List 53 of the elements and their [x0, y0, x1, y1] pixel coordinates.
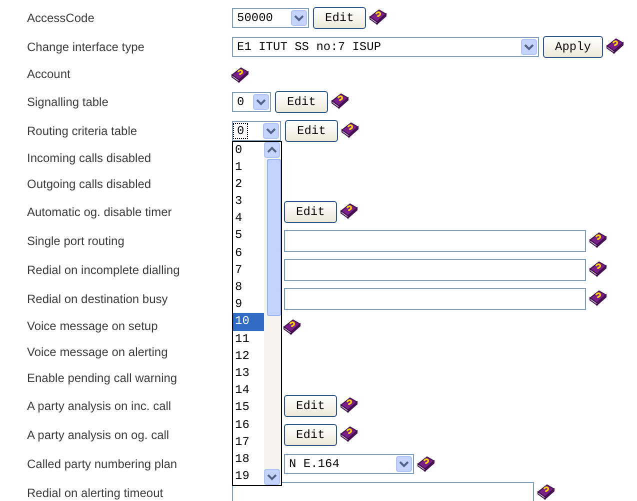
dropdown-option[interactable]: 9 — [233, 296, 264, 314]
help-book-icon[interactable] — [282, 318, 301, 335]
help-book-icon[interactable] — [338, 424, 358, 442]
field-label: Routing criteria table — [27, 124, 138, 138]
help-book-icon[interactable] — [368, 8, 387, 24]
scroll-thumb[interactable] — [267, 158, 281, 316]
select-field[interactable]: 0 — [232, 92, 271, 112]
help-book-icon[interactable] — [536, 482, 555, 500]
help-book-icon[interactable] — [588, 260, 607, 276]
select-field[interactable]: N E.164 — [284, 454, 414, 474]
field-label: Change interface type — [27, 40, 146, 54]
help-book-icon[interactable] — [605, 36, 624, 54]
input-field[interactable] — [284, 258, 586, 280]
field-label: Signalling table — [27, 94, 110, 108]
dropdown-option[interactable]: 10 — [233, 313, 264, 331]
edit-button[interactable]: Edit — [285, 120, 338, 142]
select-field[interactable]: 0 — [232, 120, 281, 140]
help-book-icon[interactable] — [588, 288, 607, 306]
scroll-down-icon[interactable] — [264, 469, 280, 486]
field-label: Redial on incomplete dialling — [27, 262, 181, 276]
edit-button[interactable]: Apply — [543, 36, 604, 58]
field-label: Outgoing calls disabled — [27, 177, 152, 191]
scroll-up-icon[interactable] — [264, 142, 280, 158]
help-book-icon[interactable] — [340, 120, 359, 138]
field-label: Redial on alerting timeout — [27, 486, 164, 500]
field-label: Called party numbering plan — [27, 456, 178, 470]
input-field[interactable] — [284, 288, 586, 310]
edit-button[interactable]: Edit — [275, 90, 328, 112]
field-label: Voice message on alerting — [27, 345, 169, 359]
field-label: A party analysis on og. call — [27, 428, 170, 442]
edit-button[interactable]: Edit — [284, 424, 337, 446]
input-field[interactable] — [232, 482, 534, 501]
edit-button[interactable]: Edit — [284, 394, 337, 416]
help-book-icon[interactable] — [230, 66, 249, 83]
input-field[interactable] — [284, 230, 586, 252]
field-label: A party analysis on inc. call — [27, 398, 172, 412]
edit-button[interactable]: Edit — [284, 200, 337, 222]
field-label: Redial on destination busy — [27, 292, 169, 306]
help-book-icon[interactable] — [338, 396, 358, 412]
field-label: Voice message on setup — [27, 319, 159, 333]
field-label: Single port routing — [27, 234, 126, 248]
help-book-icon[interactable] — [338, 202, 358, 218]
field-label: Enable pending call warning — [27, 371, 178, 385]
help-book-icon[interactable] — [330, 92, 349, 108]
field-label: AccessCode — [27, 10, 96, 24]
select-field[interactable]: 50000 — [232, 8, 309, 28]
field-label: Automatic og. disable timer — [27, 204, 173, 218]
help-book-icon[interactable] — [416, 454, 435, 472]
select-field[interactable]: E1 ITUT SS no:7 ISUP — [232, 36, 539, 56]
field-label: Account — [27, 67, 72, 81]
field-label: Incoming calls disabled — [27, 151, 152, 165]
edit-button[interactable]: Edit — [313, 6, 366, 28]
help-book-icon[interactable] — [588, 230, 607, 248]
